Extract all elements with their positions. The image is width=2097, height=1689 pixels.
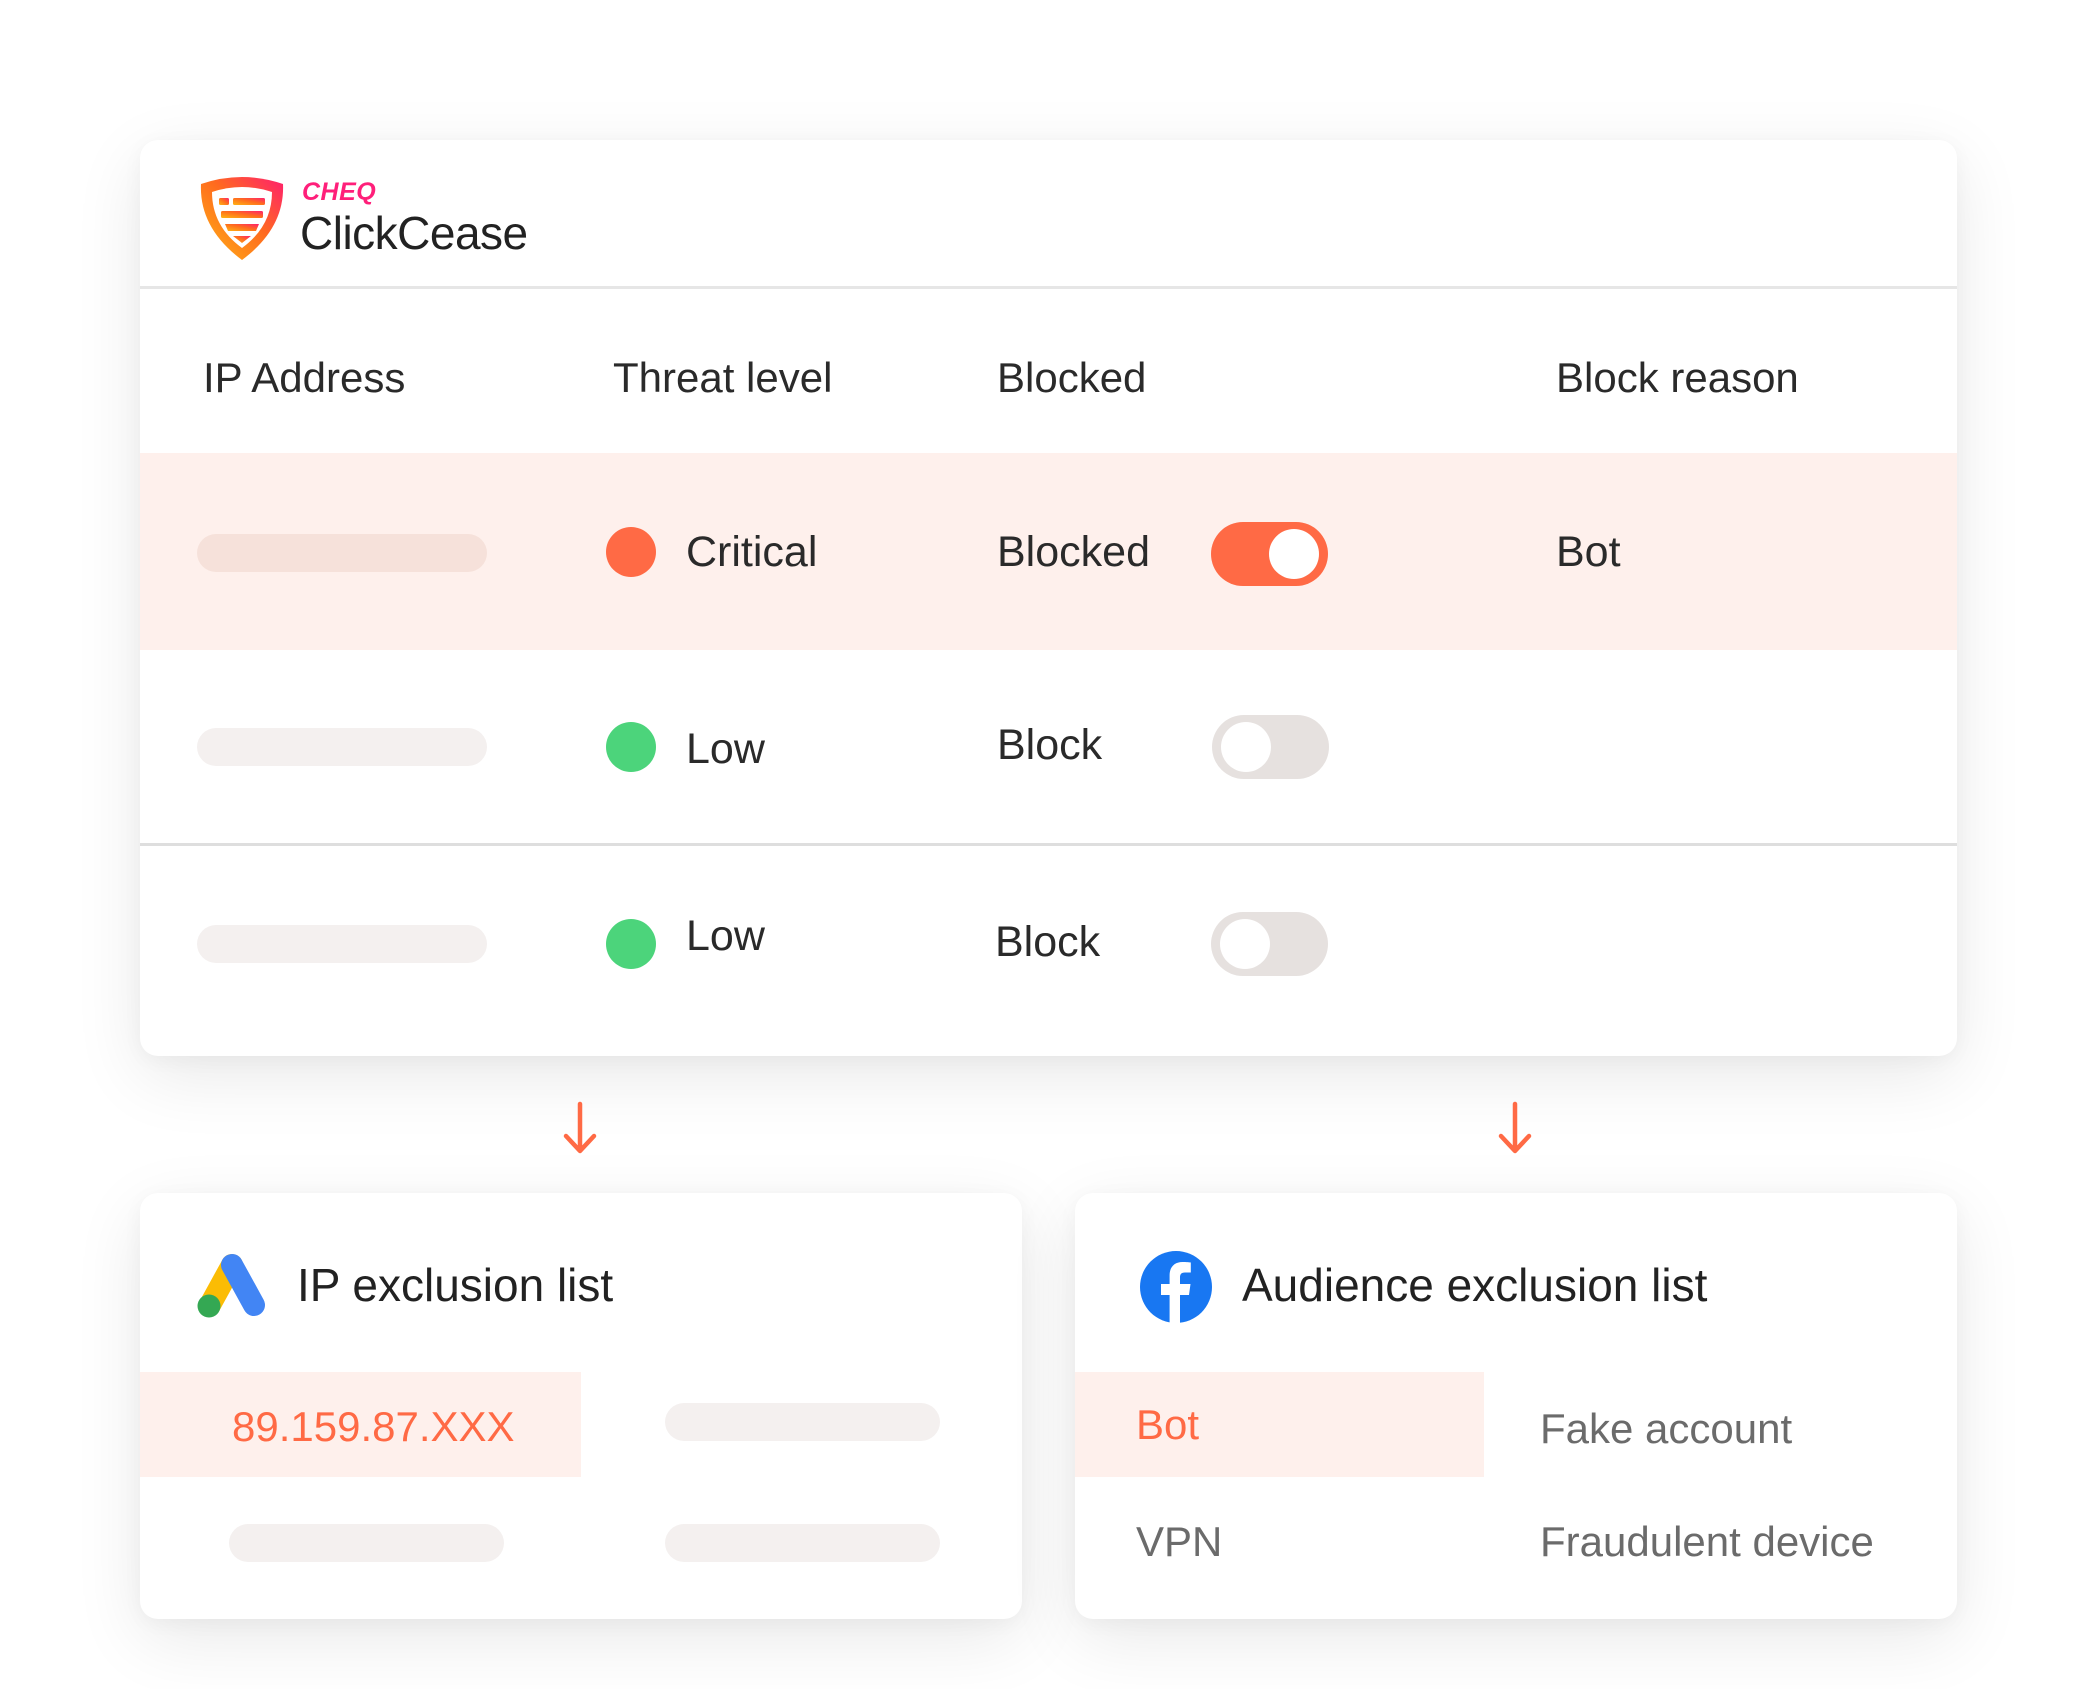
column-header-block-reason: Block reason: [1556, 354, 1799, 401]
ip-placeholder: [229, 1524, 504, 1562]
block-toggle[interactable]: [1211, 912, 1328, 976]
threat-critical-dot-icon: [606, 527, 656, 577]
ip-placeholder: [665, 1403, 940, 1441]
arrow-down-icon: [563, 1101, 597, 1154]
clickcease-shield-logo-icon: [200, 177, 284, 260]
table-row: Low Block: [140, 650, 1957, 844]
excluded-ip-text: 89.159.87.XXX: [232, 1403, 515, 1450]
blocked-status-text: Blocked: [997, 528, 1150, 576]
audience-exclusion-card: Audience exclusion list Bot Fake account…: [1075, 1193, 1957, 1619]
audience-item-fraudulent-device: Fraudulent device: [1540, 1518, 1874, 1565]
column-header-ip-address: IP Address: [203, 354, 406, 401]
clickcease-brand-name: ClickCease: [300, 207, 528, 259]
arrow-down-icon: [1498, 1101, 1532, 1154]
table-row: Low Block: [140, 846, 1957, 1056]
ip-exclusion-title: IP exclusion list: [297, 1259, 614, 1311]
block-reason-text: Bot: [1556, 528, 1621, 576]
toggle-knob: [1269, 529, 1319, 579]
toggle-knob: [1221, 722, 1271, 772]
ip-address-placeholder: [197, 728, 487, 766]
cheq-brand-label: CHEQ: [302, 178, 377, 206]
table-row: Critical Blocked Bot: [140, 453, 1957, 650]
audience-item-vpn: VPN: [1136, 1518, 1223, 1565]
ip-address-placeholder: [197, 925, 487, 963]
audience-item-fake-account: Fake account: [1540, 1405, 1793, 1452]
ip-address-placeholder: [197, 534, 487, 572]
facebook-icon: [1140, 1251, 1212, 1324]
google-ads-icon: [197, 1254, 265, 1318]
block-toggle[interactable]: [1211, 522, 1328, 586]
audience-exclusion-title: Audience exclusion list: [1242, 1259, 1708, 1311]
toggle-knob: [1220, 919, 1270, 969]
blocked-ips-card: CHEQ ClickCease IP Address Threat level …: [140, 140, 1957, 1056]
audience-item-bot: Bot: [1136, 1401, 1200, 1448]
threat-level-text: Low: [686, 912, 765, 960]
card-header: CHEQ ClickCease: [140, 140, 1957, 289]
threat-level-text: Critical: [686, 528, 818, 576]
blocked-status-text: Block: [995, 918, 1101, 966]
block-toggle[interactable]: [1212, 715, 1329, 779]
column-header-blocked: Blocked: [997, 354, 1147, 401]
ip-exclusion-card: IP exclusion list 89.159.87.XXX: [140, 1193, 1022, 1619]
threat-low-dot-icon: [606, 919, 656, 969]
threat-level-text: Low: [686, 725, 765, 773]
threat-low-dot-icon: [606, 722, 656, 772]
column-header-threat-level: Threat level: [613, 354, 833, 401]
blocked-status-text: Block: [997, 721, 1103, 769]
ip-placeholder: [665, 1524, 940, 1562]
